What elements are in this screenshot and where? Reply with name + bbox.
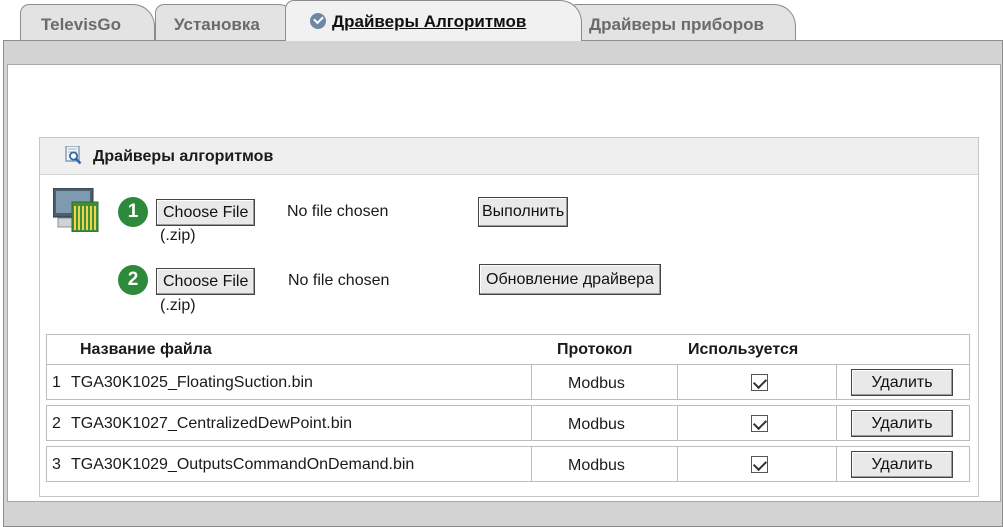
column-header-protocol: Протокол <box>557 341 633 358</box>
cell-used <box>678 447 837 481</box>
tab-bar: TelevisGo Установка Драйверы Алгоритмов … <box>18 0 1003 41</box>
file-status-2: No file chosen <box>288 272 390 289</box>
row-filename: TGA30K1029_OutputsCommandOnDemand.bin <box>71 456 415 473</box>
cell-file: 2 TGA30K1027_CentralizedDewPoint.bin <box>47 406 532 440</box>
delete-button[interactable]: Удалить <box>851 410 953 437</box>
used-checkbox[interactable] <box>751 374 768 391</box>
tab-algorithm-drivers[interactable]: Драйверы Алгоритмов <box>285 0 582 41</box>
delete-button[interactable]: Удалить <box>851 451 953 478</box>
row-index: 3 <box>52 456 61 473</box>
column-header-used: Используется <box>688 341 799 358</box>
delete-button[interactable]: Удалить <box>851 369 953 396</box>
tab-label: Драйверы приборов <box>589 15 764 34</box>
execute-button[interactable]: Выполнить <box>478 197 569 227</box>
used-checkbox[interactable] <box>751 456 768 473</box>
tab-label: Драйверы Алгоритмов <box>332 12 527 31</box>
row-index: 2 <box>52 415 61 432</box>
cell-file: 1 TGA30K1025_FloatingSuction.bin <box>47 365 532 399</box>
device-icon <box>53 188 99 232</box>
step-badge-1: 1 <box>118 197 148 227</box>
algorithm-drivers-section: Драйверы алгоритмов <box>39 137 979 497</box>
row-protocol: Modbus <box>568 375 625 392</box>
row-filename: TGA30K1025_FloatingSuction.bin <box>71 374 313 391</box>
file-status-1: No file chosen <box>287 203 389 220</box>
choose-file-button-2[interactable]: Choose File <box>156 268 256 295</box>
row-index: 1 <box>52 374 61 391</box>
table-row: 2 TGA30K1027_CentralizedDewPoint.bin Mod… <box>46 405 970 441</box>
cell-file: 3 TGA30K1029_OutputsCommandOnDemand.bin <box>47 447 532 481</box>
table-row: 1 TGA30K1025_FloatingSuction.bin Modbus … <box>46 364 970 400</box>
section-title: Драйверы алгоритмов <box>93 148 274 165</box>
tab-label: Установка <box>174 15 260 34</box>
tab-device-drivers[interactable]: Драйверы приборов <box>568 4 796 40</box>
tab-setup[interactable]: Установка <box>155 4 300 40</box>
file-hint-1: (.zip) <box>160 227 196 244</box>
tab-televisgo[interactable]: TelevisGo <box>20 4 155 40</box>
table-header: Название файла Протокол Используется <box>46 334 970 364</box>
cell-used <box>678 406 837 440</box>
update-driver-button[interactable]: Обновление драйвера <box>479 264 661 295</box>
row-filename: TGA30K1027_CentralizedDewPoint.bin <box>71 415 353 432</box>
cell-protocol: Modbus <box>532 365 678 399</box>
tab-label: TelevisGo <box>41 15 121 34</box>
used-checkbox[interactable] <box>751 415 768 432</box>
step-badge-2: 2 <box>118 265 148 295</box>
section-header: Драйверы алгоритмов <box>40 138 978 175</box>
check-circle-icon <box>310 13 326 29</box>
column-header-filename: Название файла <box>80 341 212 358</box>
row-protocol: Modbus <box>568 416 625 433</box>
cell-used <box>678 365 837 399</box>
table-row: 3 TGA30K1029_OutputsCommandOnDemand.bin … <box>46 446 970 482</box>
cell-protocol: Modbus <box>532 447 678 481</box>
choose-file-button-1[interactable]: Choose File <box>156 199 256 226</box>
row-protocol: Modbus <box>568 457 625 474</box>
magnifier-icon <box>65 146 82 165</box>
cell-protocol: Modbus <box>532 406 678 440</box>
file-hint-2: (.zip) <box>160 297 196 314</box>
